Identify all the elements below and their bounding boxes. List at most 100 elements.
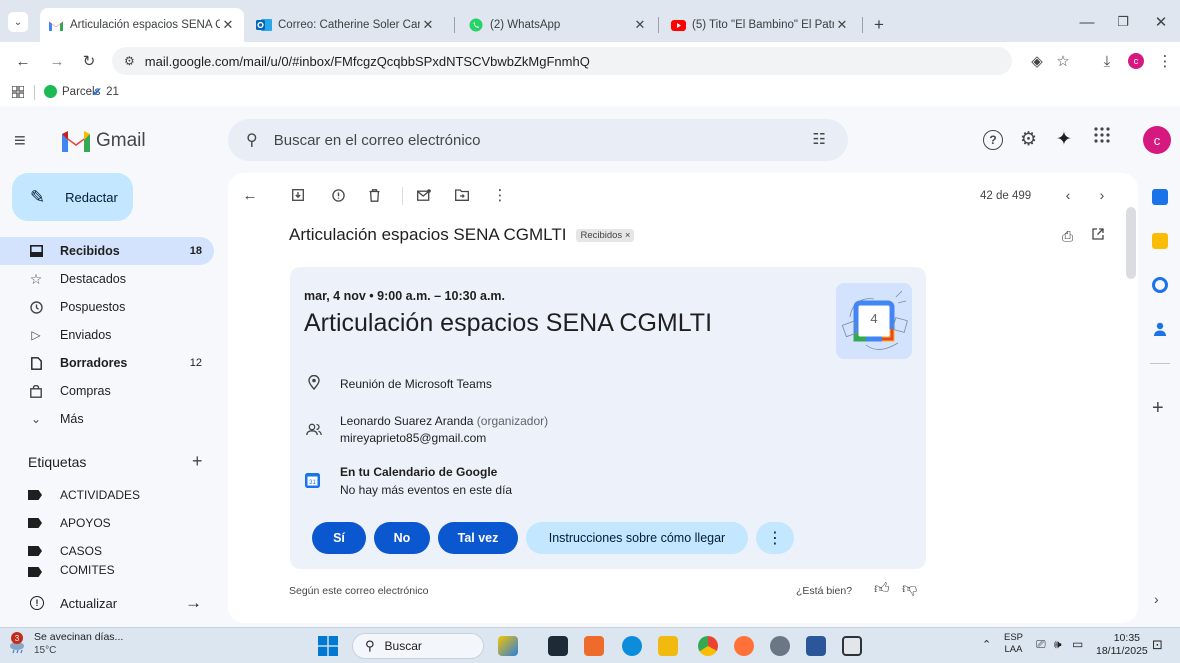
label-item[interactable]: APOYOS	[0, 509, 214, 537]
delete-trash-icon[interactable]	[366, 187, 382, 203]
bookmark-21[interactable]: ✔ 21	[92, 85, 119, 99]
print-icon[interactable]: ⎙	[1062, 228, 1073, 245]
label-item[interactable]: ACTIVIDADES	[0, 481, 214, 509]
chip-close-icon[interactable]: ×	[625, 230, 631, 241]
more-options-icon[interactable]: ⋮	[492, 187, 508, 204]
back-to-inbox-icon[interactable]: ←	[242, 187, 258, 204]
taskbar-app-settings-icon[interactable]	[770, 636, 790, 656]
forward-arrow-icon[interactable]: →	[48, 52, 66, 70]
archive-icon[interactable]	[290, 187, 306, 203]
taskbar-app-copilot-icon[interactable]	[498, 636, 518, 656]
tasks-app-icon[interactable]	[1152, 277, 1168, 293]
move-to-folder-icon[interactable]	[454, 187, 470, 203]
windows-start-icon[interactable]	[318, 636, 338, 656]
tab-close-icon[interactable]: ✕	[834, 17, 850, 33]
restore-icon[interactable]: ❐	[1114, 13, 1132, 31]
search-input[interactable]: Buscar en el correo electrónico	[274, 132, 481, 149]
minimize-icon[interactable]: —	[1078, 13, 1096, 31]
google-apps-icon[interactable]	[1094, 127, 1110, 143]
eye-icon[interactable]: ◈	[1028, 52, 1046, 70]
weather-title[interactable]: Se avecinan días...	[34, 631, 123, 643]
more-rsvp-options-icon[interactable]: ⋮	[756, 522, 794, 554]
label-item[interactable]: CASOS	[0, 537, 214, 565]
mark-unread-icon[interactable]	[416, 187, 432, 203]
reload-icon[interactable]: ↻	[80, 52, 98, 70]
tab-close-icon[interactable]: ✕	[420, 17, 436, 33]
taskbar-search[interactable]: ⚲ Buscar	[352, 633, 484, 659]
apps-grid-icon[interactable]	[12, 86, 24, 98]
scrollbar-thumb[interactable]	[1126, 207, 1136, 279]
taskbar-app-explorer-icon[interactable]	[658, 636, 678, 656]
taskbar-app-chrome-icon[interactable]	[698, 636, 718, 656]
sidebar-item-destacados[interactable]: ☆ Destacados	[0, 265, 214, 293]
battery-icon[interactable]: ▭	[1072, 637, 1083, 651]
tab-articulacion[interactable]: Articulación espacios SENA CGM ✕	[40, 8, 244, 42]
tab-close-icon[interactable]: ✕	[220, 17, 236, 33]
site-info-icon[interactable]: ⚙	[124, 54, 135, 68]
rsvp-no-button[interactable]: No	[374, 522, 430, 554]
thumbs-down-icon[interactable]: 👎︎	[902, 580, 917, 598]
guest-email[interactable]: mireyaprieto85@gmail.com	[340, 431, 486, 445]
sidebar-item-compras[interactable]: Compras	[0, 377, 214, 405]
rsvp-yes-button[interactable]: Sí	[312, 522, 366, 554]
calendar-app-icon[interactable]	[1152, 189, 1168, 205]
help-icon[interactable]: ?	[983, 130, 1003, 150]
tab-outlook[interactable]: Correo: Catherine Soler Caro - ( ✕	[248, 8, 444, 42]
notifications-icon[interactable]: ⊡	[1152, 637, 1163, 653]
add-label-icon[interactable]: +	[192, 451, 203, 472]
main-menu-icon[interactable]: ≡	[14, 130, 26, 153]
directions-button[interactable]: Instrucciones sobre cómo llegar	[526, 522, 748, 554]
sidebar-item-recibidos[interactable]: Recibidos 18	[0, 237, 214, 265]
search-icon[interactable]: ⚲	[246, 130, 258, 150]
label-item[interactable]: COMITES	[0, 563, 214, 577]
back-arrow-icon[interactable]: ←	[14, 52, 32, 70]
network-icon[interactable]: ⎚	[1036, 637, 1046, 652]
organizer-line[interactable]: Leonardo Suarez Aranda (organizador)	[340, 414, 548, 428]
inbox-label-chip[interactable]: Recibidos ×	[576, 228, 635, 242]
settings-gear-icon[interactable]: ⚙	[1020, 128, 1037, 151]
taskbar-app-edge-icon[interactable]	[622, 636, 642, 656]
tab-whatsapp[interactable]: (2) WhatsApp ✕	[460, 8, 656, 42]
sidebar-item-pospuestos[interactable]: Pospuestos	[0, 293, 214, 321]
sidebar-item-mas[interactable]: ⌄ Más	[0, 405, 214, 433]
chrome-menu-icon[interactable]: ⋮	[1156, 52, 1174, 70]
address-bar[interactable]: ⚙ mail.google.com/mail/u/0/#inbox/FMfcgz…	[112, 47, 1012, 75]
gemini-sparkle-icon[interactable]: ✦	[1056, 128, 1072, 151]
new-tab-button[interactable]: +	[866, 8, 894, 42]
download-icon[interactable]: ⤓	[1098, 52, 1116, 70]
compose-button[interactable]: ✎ Redactar	[12, 173, 133, 221]
report-spam-icon[interactable]	[330, 187, 346, 203]
keep-app-icon[interactable]	[1152, 233, 1168, 249]
get-addons-icon[interactable]: +	[1152, 397, 1164, 420]
taskbar-app-taskview-icon[interactable]	[548, 636, 568, 656]
rsvp-maybe-button[interactable]: Tal vez	[438, 522, 518, 554]
open-new-window-icon[interactable]	[1092, 228, 1104, 240]
taskbar-app-firefox-icon[interactable]	[734, 636, 754, 656]
tab-youtube[interactable]: (5) Tito "El Bambino" El Patrón - ✕	[662, 8, 858, 42]
update-bar[interactable]: ! Actualizar →	[0, 580, 228, 626]
tab-search-chevron-icon[interactable]: ⌄	[8, 12, 28, 32]
tab-close-icon[interactable]: ✕	[632, 17, 648, 33]
tray-chevron-icon[interactable]: ⌃	[982, 638, 991, 651]
taskbar-app-calculator-icon[interactable]	[842, 636, 862, 656]
sidebar-item-borradores[interactable]: Borradores 12	[0, 349, 214, 377]
bookmark-star-icon[interactable]: ☆	[1054, 52, 1072, 70]
taskbar-clock[interactable]: 10:35 18/11/2025	[1096, 632, 1148, 658]
gmail-logo[interactable]: Gmail	[62, 130, 146, 152]
calendar-heading[interactable]: En tu Calendario de Google	[340, 465, 497, 479]
expand-panel-chevron-icon[interactable]: ›	[1154, 591, 1159, 607]
keyboard-language[interactable]: ESP LAA	[1004, 632, 1023, 656]
close-window-icon[interactable]: ✕	[1152, 13, 1170, 31]
older-chevron-icon[interactable]: ›	[1094, 187, 1110, 203]
taskbar-app-word-icon[interactable]	[806, 636, 826, 656]
profile-avatar[interactable]: c	[1128, 53, 1144, 69]
weather-widget-icon[interactable]: 3	[8, 632, 28, 654]
account-avatar[interactable]: c	[1143, 126, 1171, 154]
thumbs-up-icon[interactable]: 👍︎	[874, 580, 890, 598]
sidebar-item-enviados[interactable]: ▷ Enviados	[0, 321, 214, 349]
newer-chevron-icon[interactable]: ‹	[1060, 187, 1076, 203]
search-filters-icon[interactable]: ☷	[813, 130, 826, 148]
search-bar[interactable]: ⚲ Buscar en el correo electrónico ☷	[228, 119, 848, 161]
volume-icon[interactable]: 🕪︎	[1054, 637, 1062, 652]
taskbar-app-widget-icon[interactable]	[584, 636, 604, 656]
